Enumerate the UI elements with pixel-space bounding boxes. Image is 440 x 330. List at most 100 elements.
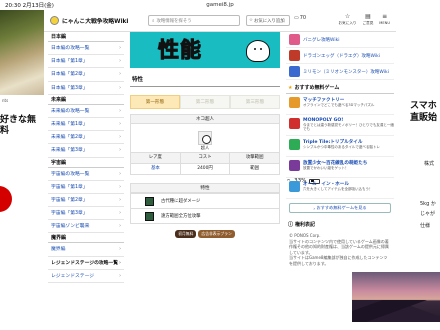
side-heading: 好きな無 料 — [0, 115, 37, 136]
nav-item[interactable]: 日本編の攻略一覧 — [48, 42, 124, 55]
cat-illustration — [246, 40, 270, 62]
wiki-thumbnail — [289, 66, 300, 77]
nav-item[interactable]: 日本編「第2章」 — [48, 68, 124, 82]
nav-item[interactable]: 日本編「第3章」 — [48, 82, 124, 95]
search-placeholder: 攻略情報を探そう — [156, 18, 192, 24]
game-icon — [289, 181, 300, 192]
side-text: 5kg か — [420, 201, 436, 207]
menu-icon: ≡ — [382, 13, 388, 20]
range-value: 範囲 — [250, 166, 260, 171]
notes-button[interactable]: ▤ ご意見 — [363, 13, 374, 26]
nav-item[interactable]: 宇宙編「第1章」 — [48, 181, 124, 194]
unit-header: ネコ超人 — [131, 115, 279, 124]
left-nav: 日本編日本編の攻略一覧日本編「第1章」日本編「第2章」日本編「第3章」未来編未来… — [48, 32, 124, 330]
header-icons: ☆ お気に入り ▤ ご意見 ≡ MENU — [339, 13, 390, 26]
wiki-thumbnail — [289, 34, 300, 45]
performance-banner: 性能 — [130, 32, 280, 68]
nav-item[interactable]: 宇宙編「第2章」 — [48, 194, 124, 207]
nav-item[interactable]: 未来編の攻略一覧 — [48, 105, 124, 118]
tab-form-1[interactable]: 第一形態 — [130, 95, 180, 109]
header-icon-label: お気に入り — [338, 21, 357, 25]
comment-count: 70 — [299, 15, 307, 21]
wiki-link-label: バニグレ攻略Wiki — [303, 37, 340, 43]
nav-section-heading: 魔界編 — [48, 233, 124, 244]
game-description: オフラインでどこでも遊べる3Dマッチパズル — [303, 103, 375, 107]
nav-item[interactable]: 魔界編 — [48, 243, 124, 257]
game-item[interactable]: MONOPOLY GO! 今までとは違う新感覚モノポリー！ひとりでも友達と一緒でも — [286, 115, 394, 136]
related-wiki-link[interactable]: ドラゴンエッグ（ドラエグ）攻略Wiki — [286, 48, 394, 64]
related-wiki-link[interactable]: ミリモン（ミリオンモンスター）攻略Wiki — [286, 64, 394, 80]
more-games-label: おすすめ無料ゲームを見る — [316, 205, 367, 210]
trait-header: 特性 — [131, 184, 279, 193]
trait-text: 古代種に超ダメージ — [161, 199, 201, 204]
site-logo[interactable] — [50, 16, 59, 25]
search-icon: ⌕ — [152, 18, 155, 24]
site-title[interactable]: にゃんこ大戦争攻略Wiki — [62, 16, 128, 25]
stats-header: 攻撃範囲 — [230, 153, 280, 163]
nav-item[interactable]: 宇宙編の攻略一覧 — [48, 168, 124, 181]
ad-free-promo[interactable]: 初月無料 広告非表示プラン — [130, 230, 280, 238]
unit-image — [198, 131, 212, 145]
cost-value: 2400円 — [181, 164, 231, 174]
comment-icon: ▭ — [294, 15, 299, 21]
nav-item[interactable]: 宇宙編ゾンビ襲来 — [48, 220, 124, 234]
nav-item[interactable]: 未来編「第2章」 — [48, 131, 124, 145]
status-bar: 20:30 2月13日(金) gamei8.jp ⌔ 33% — [0, 0, 440, 185]
games-heading-text: おすすめ無料ゲーム — [294, 85, 340, 91]
favorite-label: お気に入り追加 — [253, 18, 285, 24]
ad-free-plan-badge[interactable]: 広告非表示プラン — [198, 230, 235, 238]
game-description: 放置でかわいい姫をゲット！ — [303, 166, 349, 170]
side-text: nts — [2, 98, 9, 103]
favorite-button[interactable]: ☆ お気に入り追加 — [246, 15, 290, 26]
tab-form-2[interactable]: 第二形態 — [180, 95, 230, 109]
tab-form-3[interactable]: 第三形態 — [230, 95, 280, 109]
unit-card: ネコ超人 超人 レア度 コスト 攻撃範囲 基本 2400円 範囲 — [130, 114, 280, 175]
header-icon-label: MENU — [379, 21, 390, 25]
game-icon — [289, 160, 300, 171]
nav-item[interactable]: 未来編「第3章」 — [48, 144, 124, 158]
side-text: 仕様 — [420, 223, 431, 229]
star-button[interactable]: ☆ お気に入り — [339, 13, 357, 26]
related-wiki-link[interactable]: バニグレ攻略Wiki — [286, 32, 394, 48]
game-item[interactable]: オール・イン・ホール 穴を大きくしてアイテムを全部吸い込もう！ — [286, 178, 394, 199]
address-url[interactable]: gamei8.jp — [206, 2, 233, 8]
side-red-circle — [0, 186, 12, 212]
comments-button[interactable]: ▭ 70 — [294, 15, 306, 21]
nav-item[interactable]: レジェンドステージ — [48, 270, 124, 283]
trait-icon — [145, 196, 154, 206]
site-header: にゃんこ大戦争攻略Wiki ⌕ 攻略情報を探そう ☆ お気に入り追加 ▭ 70 … — [44, 10, 396, 32]
game-item[interactable]: マッチファクトリー オフラインでどこでも遊べる3Dマッチパズル — [286, 94, 394, 115]
nav-item[interactable]: 日本編「第1章」 — [48, 55, 124, 69]
game-icon — [289, 97, 300, 108]
search-input[interactable]: ⌕ 攻略情報を探そう — [148, 15, 240, 26]
games-heading: ★ おすすめ無料ゲーム — [286, 82, 394, 94]
trait-icon — [145, 211, 154, 221]
game-item[interactable]: 放置少女～百花繚乱の萌姫たち 放置でかわいい姫をゲット！ — [286, 157, 394, 178]
nav-item[interactable]: 宇宙編「第3章」 — [48, 207, 124, 220]
related-wiki-list: バニグレ攻略Wiki ドラゴンエッグ（ドラエグ）攻略Wiki ミリモン（ミリオンモン… — [286, 32, 394, 80]
game-description: 穴を大きくしてアイテムを全部吸い込もう！ — [303, 187, 373, 191]
free-month-badge[interactable]: 初月無料 — [175, 230, 197, 238]
menu-button[interactable]: ≡ MENU — [379, 13, 390, 26]
stats-header: コスト — [180, 153, 231, 163]
stats-header: レア度 — [131, 153, 181, 163]
wiki-link-label: ミリモン（ミリオンモンスター）攻略Wiki — [303, 69, 389, 75]
notes-icon: ▤ — [365, 13, 371, 20]
star-icon: ☆ — [344, 13, 351, 20]
wiki-thumbnail — [289, 50, 300, 61]
bookmark-icon: ☆ — [249, 18, 253, 23]
game-description: 今までとは違う新感覚モノポリー！ひとりでも友達と一緒でも — [303, 123, 394, 132]
game-item[interactable]: Triple Tile:トリプルタイル シンプルかつ中毒性のあるタイルで遊べる脳ト… — [286, 136, 394, 157]
floating-video-player[interactable] — [352, 272, 440, 322]
nav-item[interactable]: レジェンドステージの攻略一覧 — [48, 257, 124, 270]
nav-item[interactable]: 未来編「第1章」 — [48, 118, 124, 131]
info-icon: ⓘ — [288, 222, 294, 228]
nav-section-heading: 宇宙編 — [48, 158, 124, 168]
side-text: じゃが — [420, 211, 436, 217]
rarity-link[interactable]: 基本 — [131, 164, 181, 174]
side-text: 株式 — [424, 161, 435, 167]
header-icon-label: ご意見 — [362, 21, 374, 25]
trait-text: 遠方範囲全方位攻撃 — [161, 214, 201, 219]
rights-heading: ⓘ 権利表記 — [286, 219, 394, 230]
more-games-button[interactable]: › おすすめ無料ゲームを見る — [289, 203, 391, 213]
